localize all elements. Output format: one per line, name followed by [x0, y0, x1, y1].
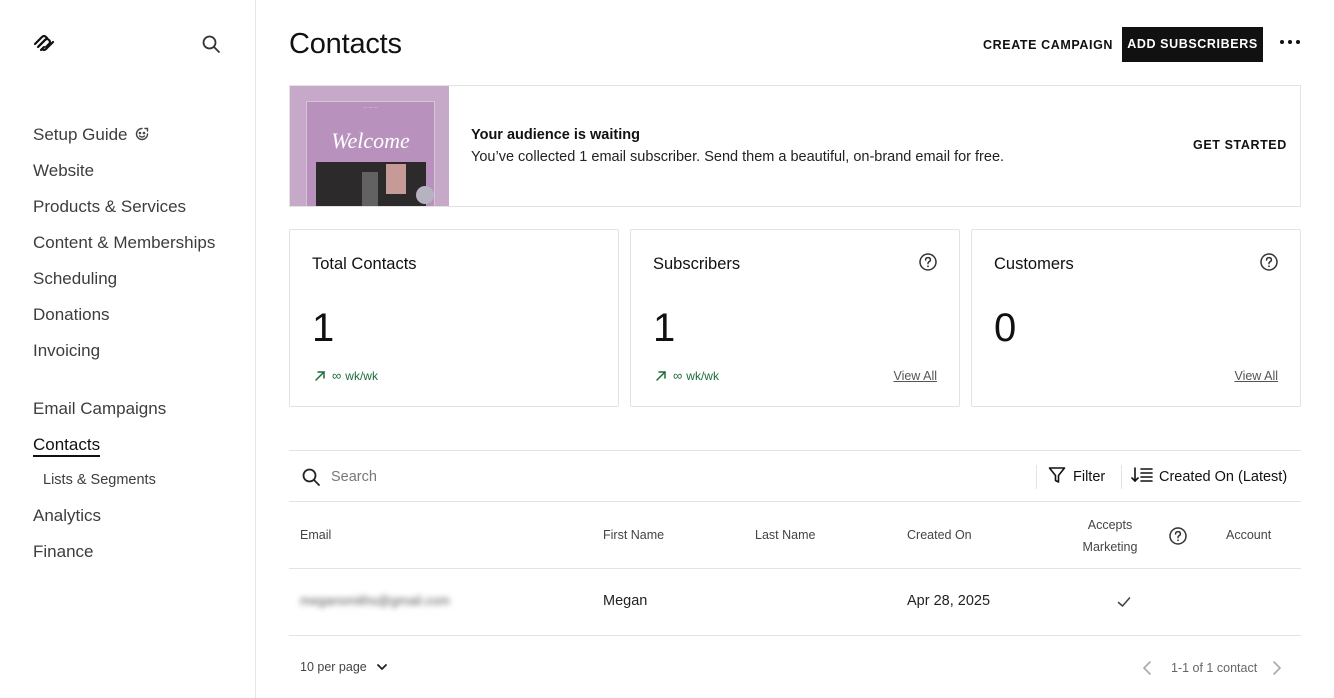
help-icon[interactable]: [1168, 526, 1188, 546]
view-all-customers-link[interactable]: View All: [1234, 369, 1278, 383]
trend-label: wk/wk: [345, 369, 378, 383]
sidebar-item-website[interactable]: Website: [33, 161, 94, 181]
more-options-icon[interactable]: [1276, 32, 1304, 52]
filter-label: Filter: [1073, 469, 1106, 485]
sort-button[interactable]: Created On (Latest): [1131, 465, 1287, 489]
sidebar-item-lists-segments[interactable]: Lists & Segments: [43, 472, 156, 488]
sidebar-item-label: Finance: [33, 542, 94, 561]
cell-first-name: Megan: [603, 593, 648, 609]
sidebar-item-label: Invoicing: [33, 341, 101, 360]
per-page-label: 10 per page: [300, 660, 367, 674]
sidebar-item-products-services[interactable]: Products & Services: [33, 197, 186, 217]
table-header: Email First Name Last Name Created On Ac…: [289, 502, 1301, 569]
contacts-search-input[interactable]: [331, 463, 1011, 491]
email-preview-photo: [316, 162, 434, 206]
sort-label: Created On (Latest): [1159, 469, 1288, 485]
sidebar-item-setup-guide[interactable]: Setup Guide: [33, 125, 150, 145]
per-page-select[interactable]: 10 per page: [300, 660, 389, 674]
table-row[interactable]: megansmiths@gmail.com Megan Apr 28, 2025: [289, 569, 1301, 636]
chevron-left-icon[interactable]: [1139, 659, 1157, 677]
get-started-button[interactable]: GET STARTED: [1193, 138, 1287, 152]
cell-email[interactable]: megansmiths@gmail.com: [300, 593, 450, 608]
sidebar-item-donations[interactable]: Donations: [33, 305, 110, 325]
stat-card-value: 1: [653, 306, 676, 350]
sidebar-item-label: Analytics: [33, 506, 102, 525]
chevron-right-icon[interactable]: [1267, 659, 1285, 677]
filter-funnel-icon: [1048, 467, 1066, 483]
column-header-last-name[interactable]: Last Name: [755, 528, 815, 542]
trend-up-arrow-icon: [315, 371, 325, 381]
sidebar-item-analytics[interactable]: Analytics: [33, 506, 101, 526]
sort-descending-icon: [1131, 467, 1153, 483]
sidebar-item-content-memberships[interactable]: Content & Memberships: [33, 233, 215, 253]
column-header-created-on[interactable]: Created On: [907, 528, 972, 542]
trend-symbol: ∞: [332, 368, 342, 383]
create-campaign-button[interactable]: CREATE CAMPAIGN: [976, 28, 1120, 62]
trend-symbol: ∞: [673, 368, 683, 383]
trend-label: wk/wk: [686, 369, 719, 383]
banner-title: Your audience is waiting: [471, 127, 640, 143]
sidebar: Setup Guide Website Products & Services …: [0, 0, 256, 698]
column-header-first-name[interactable]: First Name: [603, 528, 664, 542]
sidebar-item-label: Email Campaigns: [33, 399, 167, 418]
stat-card-title: Subscribers: [653, 255, 741, 273]
pagination: 10 per page 1-1 of 1 contact: [289, 636, 1301, 698]
column-header-line: Marketing: [1082, 540, 1138, 554]
stat-card-trend: ∞ wk/wk: [314, 368, 378, 383]
search-icon[interactable]: [200, 33, 222, 55]
table-toolbar: Filter Created On (Latest): [289, 450, 1301, 502]
column-header-line: Accepts: [1087, 518, 1133, 532]
sidebar-item-label: Website: [33, 161, 95, 180]
progress-smile-icon: [135, 127, 148, 141]
stat-card-total-contacts: Total Contacts 1 ∞ wk/wk: [289, 229, 619, 407]
sidebar-item-label: Donations: [33, 305, 110, 324]
sidebar-item-label: Contacts: [33, 435, 101, 457]
email-preview-header: — — —: [363, 104, 378, 109]
squarespace-logo-icon[interactable]: [32, 32, 56, 56]
cell-created-on: Apr 28, 2025: [907, 593, 991, 609]
email-preview-title: Welcome: [331, 128, 410, 153]
email-preview-card: — — — Welcome: [306, 101, 435, 206]
add-subscribers-button[interactable]: ADD SUBSCRIBERS: [1122, 27, 1263, 62]
stat-card-customers: Customers 0 View All: [971, 229, 1301, 407]
sidebar-item-label: Content & Memberships: [33, 233, 216, 252]
page-title: Contacts: [289, 28, 402, 60]
audience-banner: — — — Welcome Your audience is waiting Y…: [289, 85, 1301, 207]
sidebar-item-label: Setup Guide: [33, 125, 128, 144]
sidebar-item-scheduling[interactable]: Scheduling: [33, 269, 117, 289]
stat-card-subscribers: Subscribers 1 ∞ wk/wk View All: [630, 229, 960, 407]
checkmark-icon: [1117, 597, 1131, 607]
banner-image: — — — Welcome: [290, 86, 449, 206]
sidebar-item-finance[interactable]: Finance: [33, 542, 93, 562]
sidebar-item-label: Scheduling: [33, 269, 118, 288]
help-icon[interactable]: [918, 252, 938, 272]
chevron-down-icon: [376, 664, 387, 670]
sidebar-item-label: Products & Services: [33, 197, 187, 216]
trend-up-arrow-icon: [656, 371, 666, 381]
stat-card-title: Total Contacts: [312, 255, 417, 273]
search-icon: [302, 468, 320, 486]
view-all-subscribers-link[interactable]: View All: [893, 369, 937, 383]
stat-card-value: 0: [994, 306, 1017, 350]
sidebar-item-invoicing[interactable]: Invoicing: [33, 341, 100, 361]
toolbar-divider: [1121, 465, 1122, 489]
toolbar-divider: [1036, 465, 1037, 489]
sidebar-item-email-campaigns[interactable]: Email Campaigns: [33, 399, 166, 419]
filter-button[interactable]: Filter: [1047, 465, 1105, 489]
stat-card-trend: ∞ wk/wk: [655, 368, 719, 383]
sidebar-item-contacts[interactable]: Contacts: [33, 435, 101, 457]
column-header-accepts-marketing[interactable]: Accepts Marketing: [1069, 514, 1151, 558]
help-icon[interactable]: [1259, 252, 1279, 272]
column-header-account[interactable]: Account: [1226, 528, 1271, 542]
stat-card-value: 1: [312, 306, 335, 350]
column-header-email[interactable]: Email: [300, 528, 331, 542]
stat-card-title: Customers: [994, 255, 1074, 273]
banner-text: You’ve collected 1 email subscriber. Sen…: [471, 149, 1005, 165]
sidebar-item-label: Lists & Segments: [43, 472, 156, 488]
page-info: 1-1 of 1 contact: [1171, 661, 1258, 675]
